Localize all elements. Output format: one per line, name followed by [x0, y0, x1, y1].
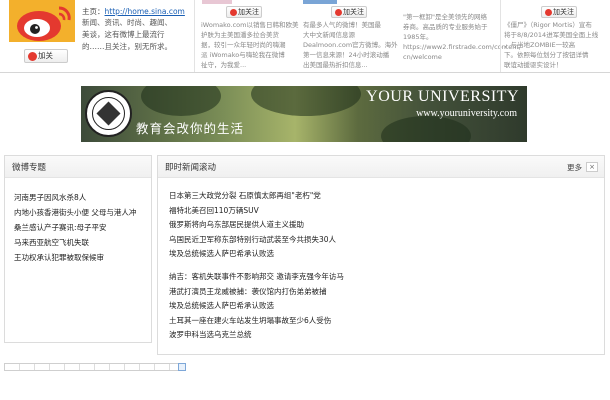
promo-line: iWomako.com以销售日韩和欧美: [201, 21, 299, 29]
banner-motto: 教育会改你的生活: [136, 121, 245, 136]
follow-label: 加关注: [238, 8, 259, 16]
promo-line: "第一框卸"是全美领先的网络: [403, 13, 487, 21]
banner-title: YOUR UNIVERSITY: [366, 88, 519, 105]
weibo-logo[interactable]: [9, 0, 75, 42]
promo-line: cn/welcome: [403, 53, 442, 61]
follow-button[interactable]: 加关: [24, 49, 68, 63]
banner-foliage: [141, 86, 221, 116]
promo-line: Dealmoon.com官方微博。海外: [303, 41, 398, 49]
homepage-line: 主页：http://home.sina.com: [82, 6, 185, 17]
promo-column-3: "第一框卸"是全美领先的网络 券商。高品质的专业服务始于 1985年。 http…: [401, 0, 522, 72]
intro-line: 新闻、资讯、时尚、趣闻、: [82, 18, 172, 27]
university-seal-icon: [85, 90, 132, 137]
homepage-link[interactable]: http://home.sina.com: [105, 7, 185, 16]
weibo-icon: [545, 9, 552, 16]
news-link[interactable]: 福特北美召回110万辆SUV: [169, 204, 336, 219]
panel-title: 即时新闻滚动: [165, 163, 217, 173]
promo-line: 有最多人气的微博！美国最: [303, 21, 381, 29]
bottom-scroll-strip[interactable]: [4, 363, 186, 371]
banner-foliage: [381, 116, 471, 142]
promo-line: 《僵尸》（Rigor Mortis）宣布: [504, 21, 592, 29]
news-link[interactable]: 港武打演员王龙威被捕：袭仪馆内打伤弟弟被捕: [169, 285, 344, 300]
follow-label: 加关注: [553, 8, 574, 16]
follow-label: 加关注: [343, 8, 364, 16]
scroll-end-icon[interactable]: [178, 363, 186, 371]
news-link[interactable]: 埃及总统候选人萨巴希承认败选: [169, 247, 336, 262]
promo-line: 祉守，为我爱...: [201, 61, 247, 69]
column-divider: [194, 0, 195, 72]
promo-line: 护肤为主美国潘多拉合美货: [201, 31, 279, 39]
weibo-icon: [230, 9, 237, 16]
intro-line: 的……且关注，别无所求。: [82, 42, 172, 51]
promo-line: 券商。高品质的专业服务始于: [403, 23, 488, 31]
panel-header: 即时新闻滚动 更多 ×: [158, 156, 604, 178]
promo-line: 第一信息来源！24小时滚动播: [303, 51, 390, 59]
topic-link[interactable]: 桑兰感认产子赛讯:母子平安: [14, 220, 136, 235]
promo-column-2: 加关注 有最多人气的微博！美国最 大中文新闻信息源 Dealmoon.com官方…: [301, 0, 401, 72]
topic-link[interactable]: 马来西亚航空飞机失联: [14, 235, 136, 250]
promo-text: 有最多人气的微博！美国最 大中文新闻信息源 Dealmoon.com官方微博。海…: [303, 20, 403, 70]
intro-line: 美谈，这有微博上最流行: [82, 30, 165, 39]
promo-line: 大中文新闻信息源: [303, 31, 355, 39]
promo-line: ，与当地ZOMBIE一较高: [504, 41, 576, 49]
close-icon[interactable]: ×: [586, 162, 598, 172]
news-link[interactable]: 纳吉：客机失联事件不影响邦交 邀请李克强今年访马: [169, 270, 344, 285]
topic-link[interactable]: 河南男子因风水杀8人: [14, 190, 136, 205]
promo-line: 将于8/8/2014进军美国全面上线: [504, 31, 599, 39]
topic-link[interactable]: 内地小孩香港街头小便 父母与港人冲: [14, 205, 136, 220]
weibo-icon: [28, 52, 37, 61]
column-divider: [500, 0, 501, 72]
top-strip: 主页：http://home.sina.com 新闻、资讯、时尚、趣闻、 美谈，…: [0, 0, 610, 72]
news-link[interactable]: 埃及总统候选人萨巴希承认败选: [169, 299, 344, 314]
topic-list: 河南男子因风水杀8人 内地小孩香港街头小便 父母与港人冲 桑兰感认产子赛讯:母子…: [14, 190, 136, 265]
news-link[interactable]: 波罗申科当选乌克兰总统: [169, 328, 344, 343]
banner-url: www.youruniversity.com: [416, 108, 517, 119]
panel-header: 微博专题: [5, 156, 151, 178]
promo-line: 派 iWomako与嗨轮我在微博: [201, 51, 285, 59]
weibo-eye-icon: [9, 0, 75, 42]
news-list: 日本第三大政党分裂 石原慎太郎再组"老朽"党 福特北美召回110万辆SUV 俄罗…: [169, 189, 336, 262]
weibo-icon: [335, 9, 342, 16]
promo-text: iWomako.com以销售日韩和欧美 护肤为主美国潘多拉合美货 据，较引一众年…: [201, 20, 301, 70]
follow-button[interactable]: 加关注: [226, 6, 262, 18]
promo-line: 联谊动援驱实设计！: [504, 61, 563, 69]
thumbnail: [303, 0, 337, 4]
follow-label: 加关: [38, 51, 53, 60]
homepage-prefix: 主页：: [82, 7, 105, 16]
promo-line: 下。依照每位划分了按钮详情: [504, 51, 589, 59]
promo-line: 出美国最热折扣信息...: [303, 61, 368, 69]
news-link[interactable]: 日本第三大政党分裂 石原慎太郎再组"老朽"党: [169, 189, 336, 204]
news-link[interactable]: 俄罗斯将向乌东部居民提供人道主义援助: [169, 218, 336, 233]
panel-title: 微博专题: [12, 163, 47, 173]
news-link[interactable]: 土耳其一座在建火车站发生坍塌事故至少6人受伤: [169, 314, 344, 329]
thumbnail: [202, 0, 232, 4]
promo-column-1: 加关注 iWomako.com以销售日韩和欧美 护肤为主美国潘多拉合美货 据，较…: [198, 0, 301, 72]
promo-line: https://www2.firstrade.com/content/: [403, 43, 522, 51]
promo-text: 《僵尸》（Rigor Mortis）宣布 将于8/8/2014进军美国全面上线 …: [504, 20, 608, 70]
news-list: 纳吉：客机失联事件不影响邦交 邀请李克强今年访马 港武打演员王龙威被捕：袭仪馆内…: [169, 270, 344, 343]
top-divider: [0, 72, 610, 73]
follow-button[interactable]: 加关注: [331, 6, 367, 18]
promo-column-4: 加关注 《僵尸》（Rigor Mortis）宣布 将于8/8/2014进军美国全…: [503, 0, 607, 72]
weibo-topics-panel: 微博专题 河南男子因风水杀8人 内地小孩香港街头小便 父母与港人冲 桑兰感认产子…: [4, 155, 152, 343]
follow-button[interactable]: 加关注: [541, 6, 577, 18]
account-intro: 新闻、资讯、时尚、趣闻、 美谈，这有微博上最流行 的……且关注，别无所求。: [82, 17, 190, 53]
promo-line: 1985年。: [403, 33, 433, 41]
banner-foliage: [251, 86, 361, 116]
promo-line: 据，较引一众年轻时尚的嗨潮: [201, 41, 286, 49]
live-news-panel: 即时新闻滚动 更多 × 日本第三大政党分裂 石原慎太郎再组"老朽"党 福特北美召…: [157, 155, 605, 355]
more-link[interactable]: 更多: [567, 162, 582, 173]
promo-text: "第一框卸"是全美领先的网络 券商。高品质的专业服务始于 1985年。 http…: [403, 12, 522, 62]
news-link[interactable]: 乌国民近卫军称东部特别行动武装至今共损失30人: [169, 233, 336, 248]
university-banner[interactable]: YOUR UNIVERSITY www.youruniversity.com 教…: [81, 86, 527, 142]
topic-link[interactable]: 王功权承认犯罪被取保候审: [14, 250, 136, 265]
